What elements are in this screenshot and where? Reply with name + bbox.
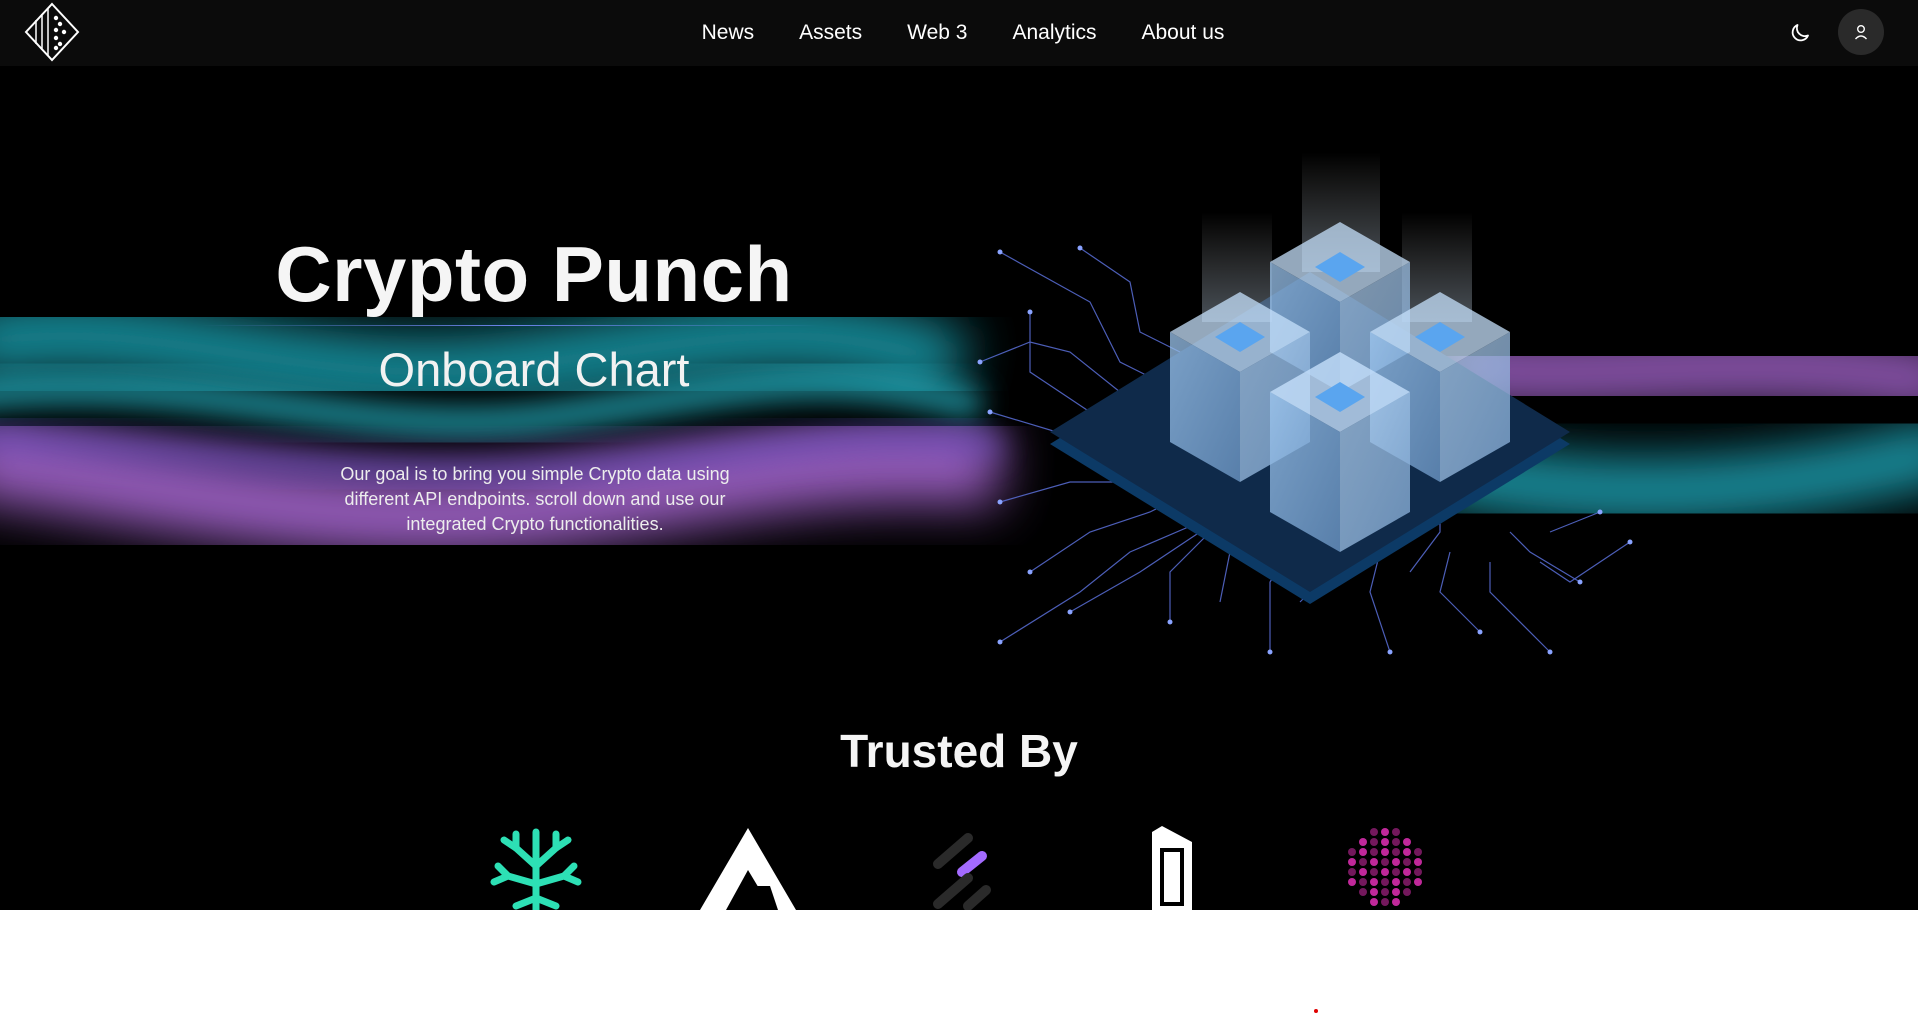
title-divider — [200, 325, 820, 326]
mountain-a-icon[interactable] — [700, 826, 796, 910]
hexagon-dots-icon[interactable] — [1340, 826, 1430, 910]
moon-icon — [1791, 24, 1809, 42]
red-dot-marker — [1314, 1009, 1318, 1013]
top-navbar: News Assets Web 3 Analytics About us — [0, 0, 1918, 66]
nav-web3[interactable]: Web 3 — [907, 21, 967, 45]
hero-description: Our goal is to bring you simple Crypto d… — [340, 464, 730, 534]
page-below-fold — [0, 910, 1918, 1014]
slashes-icon[interactable] — [928, 826, 992, 910]
nav-analytics[interactable]: Analytics — [1012, 21, 1096, 45]
snowflake-tree-icon[interactable] — [486, 826, 586, 910]
hero-section: Crypto Punch Onboard Chart Our goal is t… — [0, 66, 1918, 910]
hero-subtitle: Onboard Chart — [378, 343, 690, 396]
trusted-by-heading: Trusted By — [840, 725, 1078, 777]
book-card-icon[interactable] — [1148, 826, 1198, 910]
trusted-logos-row — [0, 826, 1918, 910]
nav-assets[interactable]: Assets — [799, 21, 862, 45]
nav-news[interactable]: News — [702, 21, 755, 45]
main-menu: News Assets Web 3 Analytics About us — [0, 0, 1918, 66]
blockchain-cubes-illustration — [977, 152, 1633, 655]
hero-title: Crypto Punch — [275, 230, 793, 318]
user-icon — [1854, 25, 1868, 40]
user-account-button[interactable] — [1838, 9, 1884, 55]
nav-about-us[interactable]: About us — [1142, 21, 1225, 45]
theme-toggle-button[interactable] — [1784, 17, 1816, 49]
